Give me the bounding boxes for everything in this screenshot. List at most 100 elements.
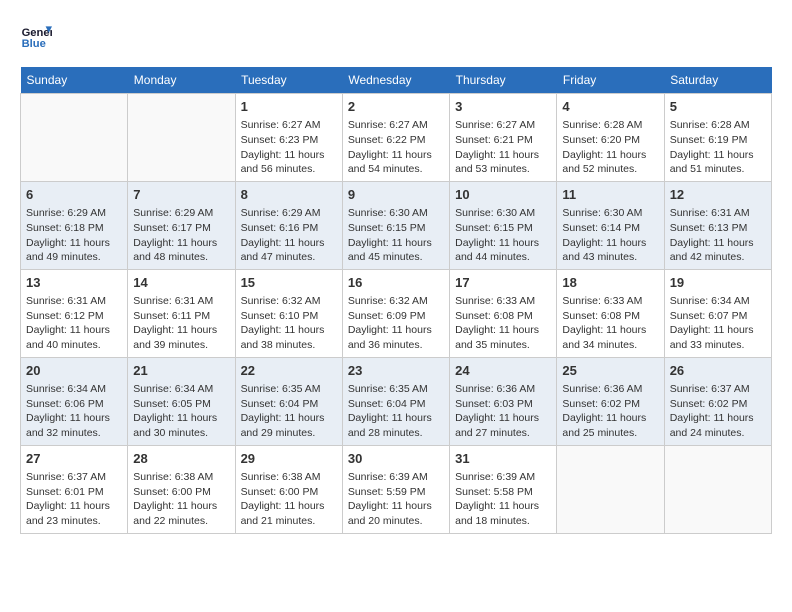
weekday-header: Friday (557, 67, 664, 94)
day-info: Sunrise: 6:34 AMSunset: 6:07 PMDaylight:… (670, 294, 766, 353)
day-number: 26 (670, 362, 766, 380)
calendar-week-row: 6Sunrise: 6:29 AMSunset: 6:18 PMDaylight… (21, 181, 772, 269)
calendar-week-row: 20 Sunrise: 6:34 AMSunset: 6:06 PMDayligh… (21, 357, 772, 445)
calendar-cell: 18 Sunrise: 6:33 AMSunset: 6:08 PMDayligh… (557, 269, 664, 357)
calendar-table: SundayMondayTuesdayWednesdayThursdayFrid… (20, 67, 772, 534)
day-number: 14 (133, 274, 229, 292)
calendar-cell: 29 Sunrise: 6:38 AMSunset: 6:00 PMDayligh… (235, 445, 342, 533)
calendar-cell: 24 Sunrise: 6:36 AMSunset: 6:03 PMDayligh… (450, 357, 557, 445)
calendar-cell: 25 Sunrise: 6:36 AMSunset: 6:02 PMDayligh… (557, 357, 664, 445)
day-number: 9 (348, 186, 444, 204)
day-number: 11 (562, 186, 658, 204)
calendar-cell: 28 Sunrise: 6:38 AMSunset: 6:00 PMDayligh… (128, 445, 235, 533)
calendar-cell (664, 445, 771, 533)
day-info: Sunrise: 6:36 AMSunset: 6:03 PMDaylight:… (455, 382, 551, 441)
day-info: Sunrise: 6:30 AMSunset: 6:15 PMDaylight:… (348, 206, 444, 265)
day-number: 16 (348, 274, 444, 292)
day-info: Sunrise: 6:29 AMSunset: 6:18 PMDaylight:… (26, 206, 122, 265)
day-info: Sunrise: 6:31 AMSunset: 6:11 PMDaylight:… (133, 294, 229, 353)
day-info: Sunrise: 6:30 AMSunset: 6:14 PMDaylight:… (562, 206, 658, 265)
day-info: Sunrise: 6:39 AMSunset: 5:59 PMDaylight:… (348, 470, 444, 529)
day-info: Sunrise: 6:27 AMSunset: 6:23 PMDaylight:… (241, 118, 337, 177)
calendar-cell: 31 Sunrise: 6:39 AMSunset: 5:58 PMDayligh… (450, 445, 557, 533)
calendar-cell: 23 Sunrise: 6:35 AMSunset: 6:04 PMDayligh… (342, 357, 449, 445)
day-info: Sunrise: 6:30 AMSunset: 6:15 PMDaylight:… (455, 206, 551, 265)
day-number: 30 (348, 450, 444, 468)
calendar-cell: 14 Sunrise: 6:31 AMSunset: 6:11 PMDayligh… (128, 269, 235, 357)
calendar-cell: 15Sunrise: 6:32 AMSunset: 6:10 PMDayligh… (235, 269, 342, 357)
day-number: 10 (455, 186, 551, 204)
calendar-cell: 11 Sunrise: 6:30 AMSunset: 6:14 PMDayligh… (557, 181, 664, 269)
day-info: Sunrise: 6:38 AMSunset: 6:00 PMDaylight:… (133, 470, 229, 529)
day-info: Sunrise: 6:38 AMSunset: 6:00 PMDaylight:… (241, 470, 337, 529)
day-number: 8 (241, 186, 337, 204)
day-info: Sunrise: 6:31 AMSunset: 6:13 PMDaylight:… (670, 206, 766, 265)
day-number: 27 (26, 450, 122, 468)
calendar-cell: 2Sunrise: 6:27 AMSunset: 6:22 PMDaylight… (342, 94, 449, 182)
day-number: 28 (133, 450, 229, 468)
calendar-cell: 6Sunrise: 6:29 AMSunset: 6:18 PMDaylight… (21, 181, 128, 269)
day-number: 24 (455, 362, 551, 380)
calendar-cell: 19 Sunrise: 6:34 AMSunset: 6:07 PMDayligh… (664, 269, 771, 357)
day-info: Sunrise: 6:28 AMSunset: 6:20 PMDaylight:… (562, 118, 658, 177)
day-info: Sunrise: 6:35 AMSunset: 6:04 PMDaylight:… (348, 382, 444, 441)
calendar-cell: 8 Sunrise: 6:29 AMSunset: 6:16 PMDaylight… (235, 181, 342, 269)
day-info: Sunrise: 6:27 AMSunset: 6:21 PMDaylight:… (455, 118, 551, 177)
svg-text:Blue: Blue (22, 38, 46, 50)
day-number: 23 (348, 362, 444, 380)
calendar-week-row: 27 Sunrise: 6:37 AMSunset: 6:01 PMDayligh… (21, 445, 772, 533)
calendar-cell: 4 Sunrise: 6:28 AMSunset: 6:20 PMDaylight… (557, 94, 664, 182)
day-info: Sunrise: 6:37 AMSunset: 6:02 PMDaylight:… (670, 382, 766, 441)
calendar-week-row: 13Sunrise: 6:31 AMSunset: 6:12 PMDayligh… (21, 269, 772, 357)
page-header: General Blue (20, 20, 772, 52)
day-number: 19 (670, 274, 766, 292)
day-number: 20 (26, 362, 122, 380)
weekday-header-row: SundayMondayTuesdayWednesdayThursdayFrid… (21, 67, 772, 94)
calendar-cell: 22Sunrise: 6:35 AMSunset: 6:04 PMDayligh… (235, 357, 342, 445)
day-info: Sunrise: 6:39 AMSunset: 5:58 PMDaylight:… (455, 470, 551, 529)
day-info: Sunrise: 6:34 AMSunset: 6:06 PMDaylight:… (26, 382, 122, 441)
calendar-cell: 3 Sunrise: 6:27 AMSunset: 6:21 PMDaylight… (450, 94, 557, 182)
calendar-cell (21, 94, 128, 182)
day-number: 13 (26, 274, 122, 292)
weekday-header: Saturday (664, 67, 771, 94)
day-info: Sunrise: 6:36 AMSunset: 6:02 PMDaylight:… (562, 382, 658, 441)
day-number: 18 (562, 274, 658, 292)
calendar-cell: 30 Sunrise: 6:39 AMSunset: 5:59 PMDayligh… (342, 445, 449, 533)
weekday-header: Monday (128, 67, 235, 94)
calendar-cell: 16Sunrise: 6:32 AMSunset: 6:09 PMDayligh… (342, 269, 449, 357)
day-number: 2 (348, 98, 444, 116)
day-number: 4 (562, 98, 658, 116)
day-number: 25 (562, 362, 658, 380)
day-info: Sunrise: 6:37 AMSunset: 6:01 PMDaylight:… (26, 470, 122, 529)
day-info: Sunrise: 6:34 AMSunset: 6:05 PMDaylight:… (133, 382, 229, 441)
calendar-cell: 1Sunrise: 6:27 AMSunset: 6:23 PMDaylight… (235, 94, 342, 182)
day-number: 22 (241, 362, 337, 380)
day-number: 7 (133, 186, 229, 204)
day-info: Sunrise: 6:33 AMSunset: 6:08 PMDaylight:… (562, 294, 658, 353)
calendar-cell: 12Sunrise: 6:31 AMSunset: 6:13 PMDayligh… (664, 181, 771, 269)
day-number: 3 (455, 98, 551, 116)
weekday-header: Thursday (450, 67, 557, 94)
calendar-cell: 27 Sunrise: 6:37 AMSunset: 6:01 PMDayligh… (21, 445, 128, 533)
weekday-header: Tuesday (235, 67, 342, 94)
day-info: Sunrise: 6:29 AMSunset: 6:16 PMDaylight:… (241, 206, 337, 265)
calendar-cell (128, 94, 235, 182)
day-info: Sunrise: 6:33 AMSunset: 6:08 PMDaylight:… (455, 294, 551, 353)
day-number: 17 (455, 274, 551, 292)
day-number: 29 (241, 450, 337, 468)
day-number: 31 (455, 450, 551, 468)
calendar-cell: 21 Sunrise: 6:34 AMSunset: 6:05 PMDayligh… (128, 357, 235, 445)
calendar-cell: 10 Sunrise: 6:30 AMSunset: 6:15 PMDayligh… (450, 181, 557, 269)
logo-icon: General Blue (20, 20, 52, 52)
calendar-cell: 9 Sunrise: 6:30 AMSunset: 6:15 PMDaylight… (342, 181, 449, 269)
calendar-cell: 13Sunrise: 6:31 AMSunset: 6:12 PMDayligh… (21, 269, 128, 357)
day-number: 21 (133, 362, 229, 380)
calendar-cell: 26 Sunrise: 6:37 AMSunset: 6:02 PMDayligh… (664, 357, 771, 445)
calendar-cell: 20 Sunrise: 6:34 AMSunset: 6:06 PMDayligh… (21, 357, 128, 445)
calendar-week-row: 1Sunrise: 6:27 AMSunset: 6:23 PMDaylight… (21, 94, 772, 182)
calendar-cell (557, 445, 664, 533)
calendar-cell: 17 Sunrise: 6:33 AMSunset: 6:08 PMDayligh… (450, 269, 557, 357)
day-info: Sunrise: 6:28 AMSunset: 6:19 PMDaylight:… (670, 118, 766, 177)
weekday-header: Sunday (21, 67, 128, 94)
